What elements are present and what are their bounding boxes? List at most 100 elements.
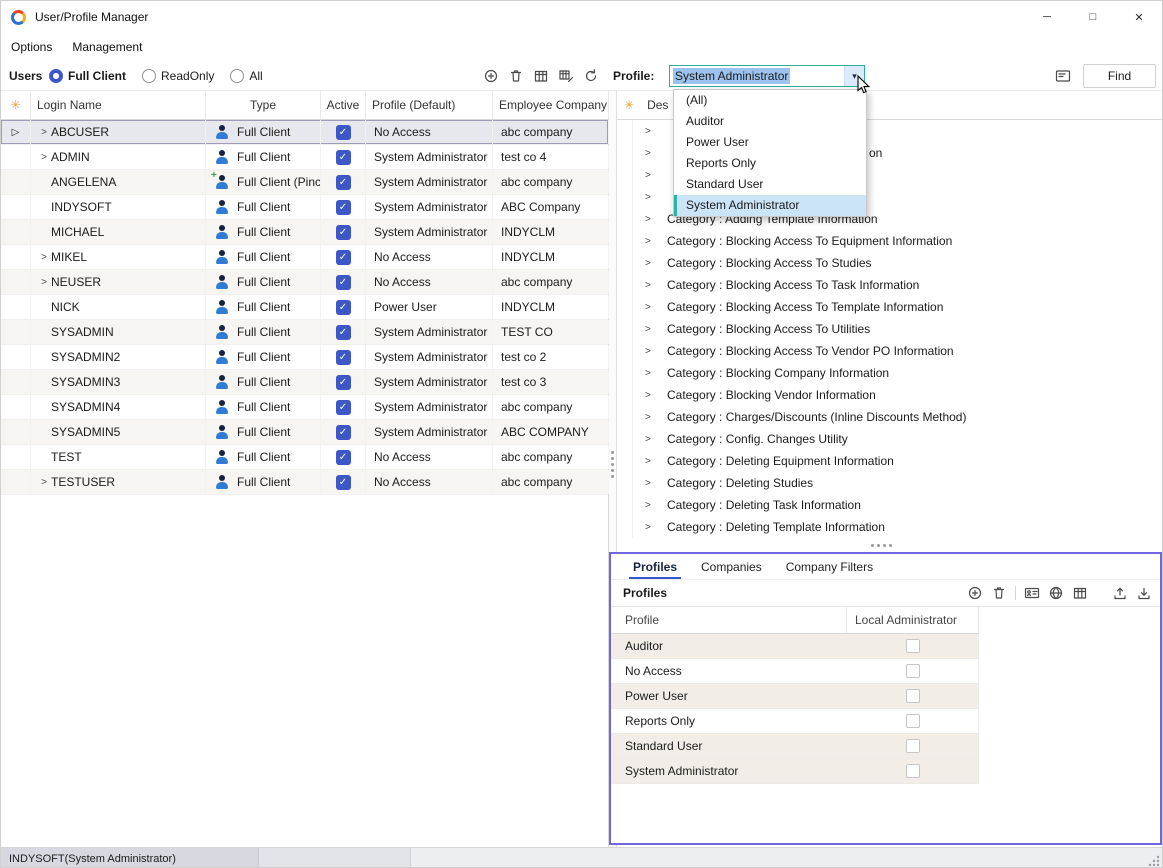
dropdown-option-auditor[interactable]: Auditor [674, 111, 866, 132]
active-checkbox[interactable]: ✓ [336, 250, 351, 265]
user-row-sysadmin5[interactable]: SYSADMIN5Full Client✓System Administrato… [1, 420, 608, 445]
active-checkbox[interactable]: ✓ [336, 375, 351, 390]
horizontal-splitter-grip[interactable] [871, 544, 892, 547]
tab-company-filters[interactable]: Company Filters [776, 554, 883, 579]
tree-item-category-deleting-studies[interactable]: >Category : Deleting Studies [617, 472, 1163, 494]
customize-column-header[interactable]: ✳ [1, 91, 31, 119]
active-checkbox[interactable]: ✓ [336, 475, 351, 490]
expand-icon[interactable]: > [645, 258, 659, 269]
expand-icon[interactable]: > [645, 522, 659, 533]
tree-item-category-blocking-access-to-task-information[interactable]: >Category : Blocking Access To Task Info… [617, 274, 1163, 296]
grid-view-icon[interactable] [533, 68, 549, 84]
tree-item-category-deleting-equipment-information[interactable]: >Category : Deleting Equipment Informati… [617, 450, 1163, 472]
close-button[interactable]: ✕ [1116, 1, 1162, 33]
column-header-type[interactable]: Type [206, 91, 321, 119]
expand-icon[interactable]: > [645, 478, 659, 489]
radio-full-client[interactable]: Full Client [49, 69, 126, 83]
user-row-indysoft[interactable]: INDYSOFTFull Client✓System Administrator… [1, 195, 608, 220]
maximize-button[interactable]: □ [1070, 1, 1116, 33]
expand-icon[interactable]: > [645, 368, 659, 379]
add-profile-icon[interactable] [967, 585, 983, 601]
user-row-abcuser[interactable]: ▷>ABCUSERFull Client✓No Accessabc compan… [1, 120, 608, 145]
active-checkbox[interactable]: ✓ [336, 150, 351, 165]
active-checkbox[interactable]: ✓ [336, 175, 351, 190]
menu-options[interactable]: Options [11, 40, 52, 54]
globe-icon[interactable] [1048, 585, 1064, 601]
expand-icon[interactable]: > [645, 214, 659, 225]
expand-icon[interactable]: > [37, 152, 51, 163]
local-admin-checkbox[interactable] [906, 664, 920, 678]
dropdown-option-reports-only[interactable]: Reports Only [674, 153, 866, 174]
expand-icon[interactable]: > [645, 302, 659, 313]
dropdown-option-standard-user[interactable]: Standard User [674, 174, 866, 195]
local-admin-checkbox[interactable] [906, 639, 920, 653]
tree-item-category-blocking-access-to-template-information[interactable]: >Category : Blocking Access To Template … [617, 296, 1163, 318]
expand-icon[interactable]: > [645, 236, 659, 247]
local-admin-checkbox[interactable] [906, 764, 920, 778]
user-row-testuser[interactable]: >TESTUSERFull Client✓No Accessabc compan… [1, 470, 608, 495]
expand-icon[interactable]: > [645, 434, 659, 445]
active-checkbox[interactable]: ✓ [336, 225, 351, 240]
active-checkbox[interactable]: ✓ [336, 350, 351, 365]
user-row-nick[interactable]: NICKFull Client✓Power UserINDYCLM [1, 295, 608, 320]
active-checkbox[interactable]: ✓ [336, 200, 351, 215]
expand-icon[interactable]: > [645, 280, 659, 291]
column-header-login-name[interactable]: Login Name [31, 91, 206, 119]
import-icon[interactable] [1136, 585, 1152, 601]
tree-item-category-config-changes-utility[interactable]: >Category : Config. Changes Utility [617, 428, 1163, 450]
user-row-michael[interactable]: MICHAELFull Client✓System AdministratorI… [1, 220, 608, 245]
export-icon[interactable] [1112, 585, 1128, 601]
delete-profile-icon[interactable] [991, 585, 1007, 601]
profile-combobox[interactable]: System Administrator ▾ [669, 65, 865, 87]
user-details-icon[interactable] [1055, 68, 1071, 84]
menu-management[interactable]: Management [72, 40, 142, 54]
local-admin-checkbox[interactable] [906, 739, 920, 753]
active-checkbox[interactable]: ✓ [336, 325, 351, 340]
tree-item-category-blocking-access-to-equipment-information[interactable]: >Category : Blocking Access To Equipment… [617, 230, 1163, 252]
tree-item-category-deleting-task-information[interactable]: >Category : Deleting Task Information [617, 494, 1163, 516]
dropdown-option-power-user[interactable]: Power User [674, 132, 866, 153]
minimize-button[interactable]: ─ [1024, 1, 1070, 33]
active-checkbox[interactable]: ✓ [336, 400, 351, 415]
expand-icon[interactable]: > [645, 390, 659, 401]
tree-item-category-deleting-template-information[interactable]: >Category : Deleting Template Informatio… [617, 516, 1163, 538]
user-row-sysadmin4[interactable]: SYSADMIN4Full Client✓System Administrato… [1, 395, 608, 420]
column-header-local-administrator[interactable]: Local Administrator [847, 607, 979, 633]
dropdown-option-system-administrator[interactable]: System Administrator [674, 195, 866, 216]
local-admin-checkbox[interactable] [906, 689, 920, 703]
expand-icon[interactable]: > [645, 126, 659, 137]
find-button[interactable]: Find [1083, 64, 1156, 88]
user-row-test[interactable]: TESTFull Client✓No Accessabc company [1, 445, 608, 470]
expand-icon[interactable]: > [645, 148, 659, 159]
column-header-active[interactable]: Active [321, 91, 366, 119]
expand-icon[interactable]: > [645, 170, 659, 181]
user-row-angelena[interactable]: ANGELENA+Full Client (Pinc✓System Admini… [1, 170, 608, 195]
active-checkbox[interactable]: ✓ [336, 300, 351, 315]
expand-icon[interactable]: > [645, 324, 659, 335]
dropdown-option-all[interactable]: (All) [674, 90, 866, 111]
expand-icon[interactable]: > [645, 456, 659, 467]
local-admin-checkbox[interactable] [906, 714, 920, 728]
tree-item-category-blocking-company-information[interactable]: >Category : Blocking Company Information [617, 362, 1163, 384]
tree-item-category-blocking-vendor-information[interactable]: >Category : Blocking Vendor Information [617, 384, 1163, 406]
delete-user-icon[interactable] [508, 68, 524, 84]
user-row-neuser[interactable]: >NEUSERFull Client✓No Accessabc company [1, 270, 608, 295]
expand-icon[interactable]: > [645, 412, 659, 423]
user-row-sysadmin[interactable]: SYSADMINFull Client✓System Administrator… [1, 320, 608, 345]
expand-icon[interactable]: > [37, 477, 51, 488]
tree-item-category-blocking-access-to-studies[interactable]: >Category : Blocking Access To Studies [617, 252, 1163, 274]
expand-icon[interactable]: > [645, 500, 659, 511]
tree-item-category-blocking-access-to-vendor-po-information[interactable]: >Category : Blocking Access To Vendor PO… [617, 340, 1163, 362]
add-user-icon[interactable] [483, 68, 499, 84]
tree-item-category-blocking-access-to-utilities[interactable]: >Category : Blocking Access To Utilities [617, 318, 1163, 340]
active-checkbox[interactable]: ✓ [336, 450, 351, 465]
radio-readonly[interactable]: ReadOnly [142, 69, 214, 83]
expand-icon[interactable]: > [645, 192, 659, 203]
expand-icon[interactable]: > [37, 127, 51, 138]
grid-columns-icon[interactable] [1072, 585, 1088, 601]
user-row-sysadmin3[interactable]: SYSADMIN3Full Client✓System Administrato… [1, 370, 608, 395]
tab-companies[interactable]: Companies [691, 554, 772, 579]
active-checkbox[interactable]: ✓ [336, 275, 351, 290]
column-header-profile[interactable]: Profile [611, 607, 847, 633]
user-row-sysadmin2[interactable]: SYSADMIN2Full Client✓System Administrato… [1, 345, 608, 370]
